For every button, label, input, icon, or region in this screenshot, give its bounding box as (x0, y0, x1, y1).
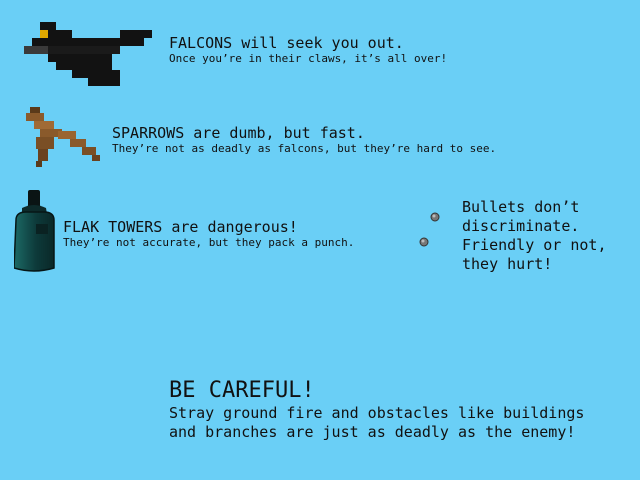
bullet-icon (419, 237, 429, 247)
sparrows-title: SPARROWS are dumb, but fast. (112, 124, 365, 142)
falcon-sprite-icon (24, 22, 154, 88)
bullets-text: Bullets don’t discriminate. Friendly or … (462, 198, 607, 273)
sparrow-sprite-icon (24, 105, 104, 170)
sparrows-description: They’re not as deadly as falcons, but th… (112, 142, 497, 155)
flak-tower-sprite-icon (14, 190, 56, 272)
careful-title: BE CAREFUL! (169, 378, 315, 403)
falcons-title: FALCONS will seek you out. (169, 34, 404, 52)
flak-towers-title: FLAK TOWERS are dangerous! (63, 218, 298, 236)
falcons-description: Once you’re in their claws, it’s all ove… (169, 52, 448, 65)
flak-towers-description: They’re not accurate, but they pack a pu… (63, 236, 355, 249)
careful-text: Stray ground fire and obstacles like bui… (169, 404, 585, 441)
bullet-icon (430, 212, 440, 222)
